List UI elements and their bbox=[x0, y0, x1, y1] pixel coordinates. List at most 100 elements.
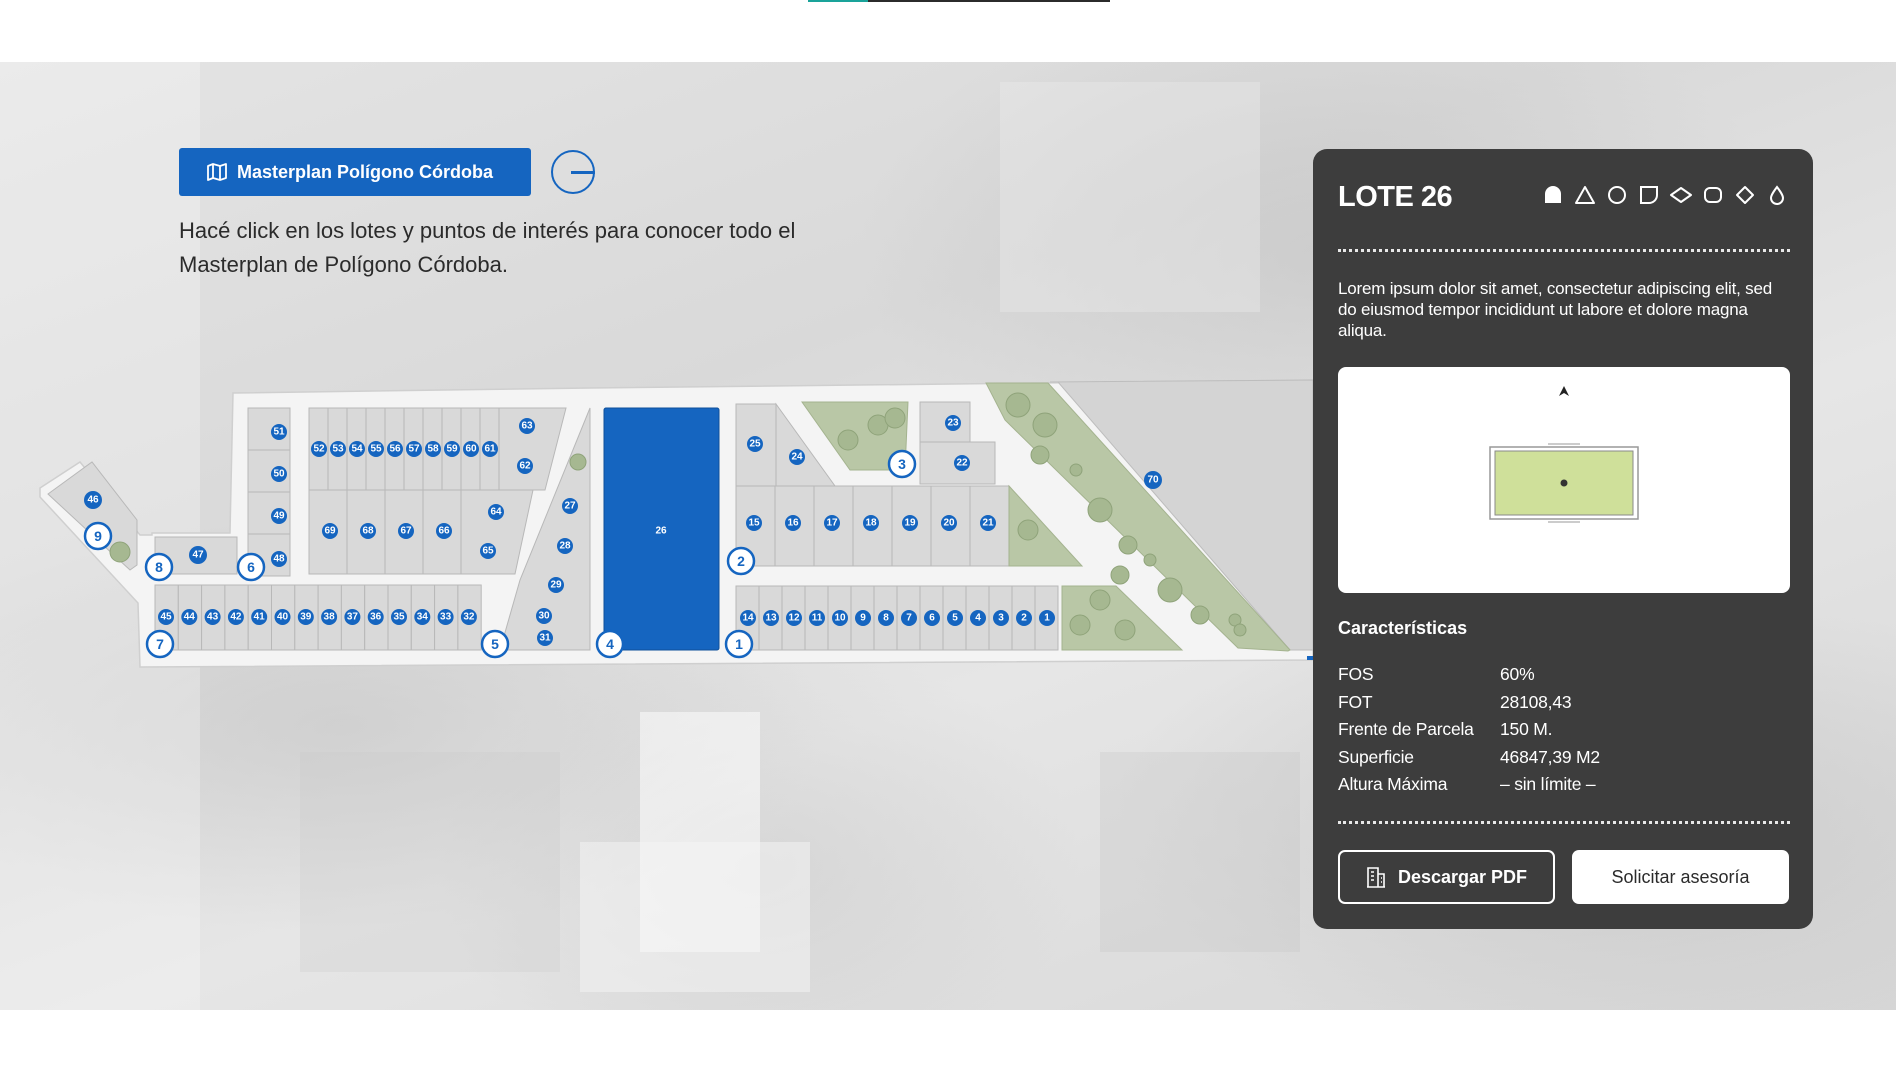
lot-number: 3 bbox=[998, 613, 1004, 624]
feature-value: – sin límite – bbox=[1500, 774, 1596, 795]
rounded-square-icon[interactable] bbox=[1701, 184, 1725, 206]
lot-number: 11 bbox=[812, 613, 823, 624]
tree bbox=[1190, 605, 1210, 625]
lot-number: 62 bbox=[519, 461, 531, 472]
lot-number: 23 bbox=[947, 418, 959, 429]
lot-number: 45 bbox=[160, 612, 172, 623]
tree bbox=[1032, 412, 1058, 438]
masterplan-button[interactable]: Masterplan Polígono Córdoba bbox=[179, 148, 531, 196]
lot-number: 24 bbox=[791, 452, 803, 463]
download-pdf-button[interactable]: Descargar PDF bbox=[1338, 850, 1555, 904]
lot-number: 32 bbox=[463, 612, 475, 623]
drop-icon[interactable] bbox=[1765, 184, 1789, 206]
lot-number: 19 bbox=[904, 518, 916, 529]
lot-number: 16 bbox=[787, 518, 799, 529]
lot-description: Lorem ipsum dolor sit amet, consectetur … bbox=[1338, 279, 1772, 340]
top-divider-accent bbox=[808, 0, 868, 2]
lot-number: 64 bbox=[490, 507, 502, 518]
lot-number: 66 bbox=[438, 526, 450, 537]
feature-label: Superficie bbox=[1338, 746, 1414, 767]
lot-number: 63 bbox=[521, 421, 533, 432]
tree bbox=[884, 407, 906, 429]
tree bbox=[1030, 445, 1050, 465]
point-of-interest-number: 2 bbox=[737, 553, 745, 569]
zoom-out-button[interactable] bbox=[551, 150, 595, 194]
minus-icon bbox=[571, 171, 595, 174]
shape-filter-icons bbox=[1541, 184, 1789, 206]
lot-number: 68 bbox=[362, 526, 374, 537]
dotted-divider bbox=[1338, 821, 1790, 824]
point-of-interest-number: 5 bbox=[491, 636, 499, 652]
feature-label: FOT bbox=[1338, 691, 1373, 712]
lot-number: 42 bbox=[230, 612, 242, 623]
point-of-interest-number: 6 bbox=[247, 559, 255, 575]
lot-number: 55 bbox=[370, 444, 382, 455]
feature-row: FOS 60% bbox=[1338, 661, 1790, 689]
point-of-interest-number: 3 bbox=[898, 456, 906, 472]
lot-number: 44 bbox=[184, 612, 196, 623]
lot-number: 70 bbox=[1147, 475, 1159, 486]
lot-number: 35 bbox=[393, 612, 405, 623]
dotted-divider bbox=[1338, 249, 1790, 252]
lot-number: 36 bbox=[370, 612, 382, 623]
lot-preview-image bbox=[1338, 367, 1790, 593]
point-of-interest-number: 9 bbox=[94, 528, 102, 544]
lot-number: 54 bbox=[351, 444, 363, 455]
lot-number: 30 bbox=[538, 611, 550, 622]
tree bbox=[1114, 619, 1136, 641]
lot-number: 14 bbox=[742, 613, 754, 624]
lot-number: 4 bbox=[975, 613, 981, 624]
lot-number: 65 bbox=[482, 546, 494, 557]
tree bbox=[109, 541, 131, 563]
diamond-icon[interactable] bbox=[1733, 184, 1757, 206]
features-heading: Características bbox=[1338, 618, 1468, 638]
lot-number: 56 bbox=[389, 444, 401, 455]
lot-number: 15 bbox=[748, 518, 760, 529]
lot-number: 10 bbox=[834, 613, 846, 624]
lot[interactable] bbox=[919, 401, 971, 443]
lot-number: 50 bbox=[273, 469, 285, 480]
shape-rounded-icon[interactable] bbox=[1541, 184, 1565, 206]
triangle-icon[interactable] bbox=[1573, 184, 1597, 206]
feature-value: 46847,39 M2 bbox=[1500, 746, 1600, 767]
tree bbox=[1005, 392, 1031, 418]
feature-row: FOT 28108,43 bbox=[1338, 689, 1790, 717]
lot-number: 51 bbox=[273, 427, 285, 438]
lot-number: 53 bbox=[332, 444, 344, 455]
lot-number: 1 bbox=[1044, 613, 1050, 624]
feature-row: Altura Máxima – sin límite – bbox=[1338, 771, 1790, 799]
diamond-wide-icon[interactable] bbox=[1669, 184, 1693, 206]
feature-value: 28108,43 bbox=[1500, 691, 1572, 712]
tree bbox=[1087, 497, 1113, 523]
lot-number: 6 bbox=[929, 613, 935, 624]
lot-number: 17 bbox=[826, 518, 838, 529]
tree bbox=[1118, 535, 1138, 555]
point-of-interest-number: 8 bbox=[155, 559, 163, 575]
lot-number: 18 bbox=[865, 518, 877, 529]
lot-number: 40 bbox=[277, 612, 289, 623]
lot-number: 69 bbox=[324, 526, 336, 537]
lot-number: 34 bbox=[417, 612, 429, 623]
lot-detail-panel: LOTE 26 Lorem ipsum dolor sit amet, cons… bbox=[1313, 149, 1813, 929]
feature-label: FOS bbox=[1338, 664, 1374, 685]
lot-number: 22 bbox=[956, 458, 968, 469]
lot-number: 57 bbox=[408, 444, 420, 455]
feature-row: Frente de Parcela 150 M. bbox=[1338, 716, 1790, 744]
request-advice-button[interactable]: Solicitar asesoría bbox=[1572, 850, 1789, 904]
lot-number: 5 bbox=[952, 613, 958, 624]
shape-cut-corner-icon[interactable] bbox=[1637, 184, 1661, 206]
tree bbox=[1110, 565, 1130, 585]
tree bbox=[1069, 463, 1083, 477]
circle-icon[interactable] bbox=[1605, 184, 1629, 206]
feature-value: 60% bbox=[1500, 664, 1535, 685]
download-pdf-label: Descargar PDF bbox=[1397, 866, 1528, 887]
lot-number: 25 bbox=[749, 439, 761, 450]
tree bbox=[1157, 577, 1183, 603]
tree bbox=[1089, 589, 1111, 611]
tree bbox=[1017, 519, 1039, 541]
lot-number: 8 bbox=[883, 613, 889, 624]
lot-number: 43 bbox=[207, 612, 219, 623]
point-of-interest-number: 4 bbox=[606, 636, 614, 652]
lot-title: LOTE 26 bbox=[1338, 181, 1453, 213]
lot-number: 47 bbox=[192, 550, 204, 561]
